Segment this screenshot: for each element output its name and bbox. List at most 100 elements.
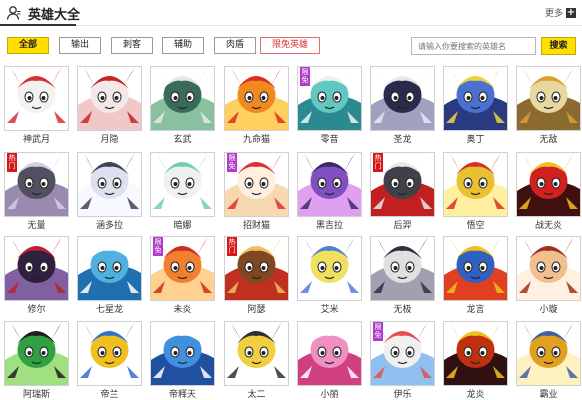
hero-name[interactable]: 悟空: [443, 220, 508, 232]
hero-portrait[interactable]: [516, 321, 581, 386]
hero-portrait[interactable]: [224, 321, 289, 386]
hero-portrait[interactable]: 限免: [224, 152, 289, 217]
hero-card[interactable]: 战无炎: [516, 152, 581, 232]
hero-portrait-image[interactable]: [517, 322, 580, 385]
hero-name[interactable]: 霸业: [516, 389, 581, 400]
hero-portrait[interactable]: [150, 66, 215, 131]
hero-portrait-image[interactable]: [444, 67, 507, 130]
hero-portrait[interactable]: [4, 66, 69, 131]
hero-portrait-image[interactable]: [298, 322, 361, 385]
hero-card[interactable]: 热门无量: [4, 152, 69, 232]
hero-portrait[interactable]: [77, 236, 142, 301]
hero-card[interactable]: 无敌: [516, 66, 581, 146]
hero-portrait-image[interactable]: [298, 153, 361, 216]
hero-card[interactable]: 热门后羿: [370, 152, 435, 232]
hero-card[interactable]: 神武月: [4, 66, 69, 146]
hero-portrait[interactable]: 限免: [150, 236, 215, 301]
hero-portrait-image[interactable]: [151, 322, 214, 385]
hero-card[interactable]: 七星龙: [77, 236, 142, 316]
hero-name[interactable]: 太二: [224, 389, 289, 400]
hero-card[interactable]: 太二: [224, 321, 289, 400]
hero-card[interactable]: 玄武: [150, 66, 215, 146]
hero-portrait-image[interactable]: [517, 67, 580, 130]
hero-portrait[interactable]: [77, 321, 142, 386]
hero-portrait[interactable]: 热门: [370, 152, 435, 217]
hero-search-input[interactable]: [411, 37, 536, 55]
hero-card[interactable]: 月隐: [77, 66, 142, 146]
hero-name[interactable]: 小璇: [516, 304, 581, 316]
hero-portrait-image[interactable]: [298, 237, 361, 300]
hero-name[interactable]: 阿瑞斯: [4, 389, 69, 400]
hero-portrait[interactable]: [516, 66, 581, 131]
filter-label[interactable]: 刺客: [123, 40, 141, 50]
hero-portrait[interactable]: [370, 66, 435, 131]
hero-card[interactable]: 霸业: [516, 321, 581, 400]
hero-portrait[interactable]: [4, 321, 69, 386]
hero-portrait-image[interactable]: [78, 67, 141, 130]
hero-card[interactable]: 无极: [370, 236, 435, 316]
hero-portrait-image[interactable]: [444, 153, 507, 216]
hero-card[interactable]: 艾米: [297, 236, 362, 316]
filter-free-heroes-button[interactable]: 限免英雄: [260, 37, 320, 54]
hero-portrait-image[interactable]: [225, 67, 288, 130]
hero-name[interactable]: 伊乐: [370, 389, 435, 400]
hero-portrait-image[interactable]: [5, 67, 68, 130]
hero-portrait[interactable]: [297, 321, 362, 386]
hero-portrait[interactable]: [443, 66, 508, 131]
filter-label[interactable]: 肉盾: [226, 40, 244, 50]
hero-portrait[interactable]: [150, 152, 215, 217]
hero-name[interactable]: 小丽: [297, 389, 362, 400]
filter-label[interactable]: 辅助: [174, 40, 192, 50]
more-label[interactable]: 更多: [545, 6, 563, 19]
hero-card[interactable]: 暗娜: [150, 152, 215, 232]
plus-icon[interactable]: +: [566, 7, 576, 18]
hero-portrait-image[interactable]: [371, 237, 434, 300]
hero-portrait-image[interactable]: [225, 322, 288, 385]
hero-card[interactable]: 黑吉拉: [297, 152, 362, 232]
hero-card[interactable]: 限免零音: [297, 66, 362, 146]
hero-name[interactable]: 龙炎: [443, 389, 508, 400]
hero-card[interactable]: 小璇: [516, 236, 581, 316]
hero-name[interactable]: 奥丁: [443, 134, 508, 146]
hero-portrait-image[interactable]: [5, 322, 68, 385]
hero-name[interactable]: 无量: [4, 220, 69, 232]
filter-all-button[interactable]: 全部: [7, 37, 49, 54]
hero-card[interactable]: 限免招财猫: [224, 152, 289, 232]
hero-name[interactable]: 艾米: [297, 304, 362, 316]
hero-portrait[interactable]: 限免: [370, 321, 435, 386]
hero-portrait-image[interactable]: [151, 153, 214, 216]
filter-label[interactable]: 全部: [19, 40, 37, 50]
hero-name[interactable]: 龙言: [443, 304, 508, 316]
hero-portrait[interactable]: [4, 236, 69, 301]
hero-portrait[interactable]: [77, 66, 142, 131]
hero-card[interactable]: 奥丁: [443, 66, 508, 146]
hero-name[interactable]: 玄武: [150, 134, 215, 146]
hero-portrait-image[interactable]: [151, 67, 214, 130]
hero-portrait[interactable]: [443, 321, 508, 386]
hero-portrait-image[interactable]: [78, 153, 141, 216]
hero-portrait-image[interactable]: [78, 237, 141, 300]
hero-portrait[interactable]: [77, 152, 142, 217]
hero-card[interactable]: 帝兰: [77, 321, 142, 400]
hero-name[interactable]: 未炎: [150, 304, 215, 316]
hero-name[interactable]: 帝释天: [150, 389, 215, 400]
filter-label[interactable]: 限免英雄: [272, 40, 308, 50]
hero-portrait-image[interactable]: [444, 322, 507, 385]
hero-portrait[interactable]: [443, 152, 508, 217]
hero-name[interactable]: 招财猫: [224, 220, 289, 232]
hero-name[interactable]: 阿瑟: [224, 304, 289, 316]
hero-name[interactable]: 黑吉拉: [297, 220, 362, 232]
hero-name[interactable]: 神武月: [4, 134, 69, 146]
hero-portrait[interactable]: [297, 236, 362, 301]
hero-card[interactable]: 限免未炎: [150, 236, 215, 316]
hero-card[interactable]: 限免伊乐: [370, 321, 435, 400]
hero-card[interactable]: 小丽: [297, 321, 362, 400]
hero-name[interactable]: 暗娜: [150, 220, 215, 232]
hero-card[interactable]: 阿瑞斯: [4, 321, 69, 400]
hero-portrait-image[interactable]: [78, 322, 141, 385]
hero-card[interactable]: 九命猫: [224, 66, 289, 146]
hero-card[interactable]: 涵多拉: [77, 152, 142, 232]
hero-name[interactable]: 后羿: [370, 220, 435, 232]
hero-portrait[interactable]: [150, 321, 215, 386]
filter-tank-button[interactable]: 肉盾: [214, 37, 256, 54]
